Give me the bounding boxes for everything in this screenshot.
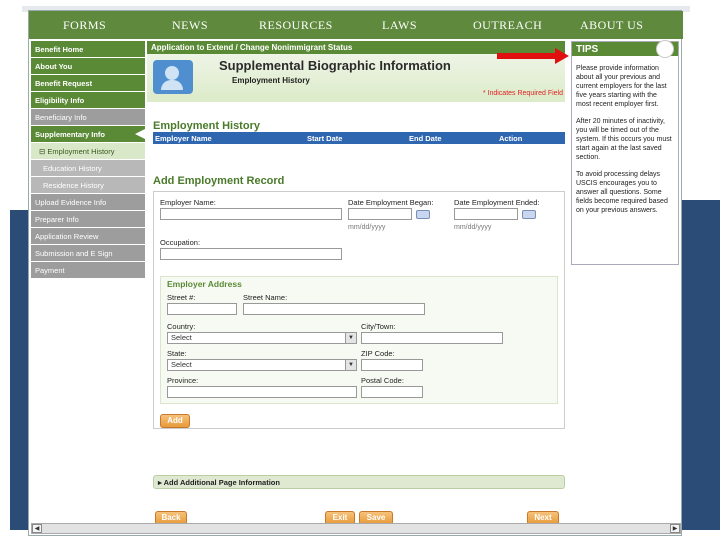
top-navigation: FORMS NEWS RESOURCES LAWS OUTREACH ABOUT…: [29, 11, 683, 39]
tips-panel: TIPS Please provide information about al…: [571, 40, 679, 265]
horizontal-scrollbar[interactable]: ◀ ▶: [31, 523, 681, 534]
red-arrow-icon: [497, 53, 557, 59]
sidebar-item-payment[interactable]: Payment: [31, 262, 145, 278]
sidebar-item-application-review[interactable]: Application Review: [31, 228, 145, 244]
nav-laws[interactable]: LAWS: [382, 18, 417, 33]
column-start-date: Start Date: [307, 134, 343, 143]
employer-address-section: Employer Address Street #: Street Name: …: [160, 276, 558, 404]
province-input[interactable]: [167, 386, 357, 398]
tip-paragraph: After 20 minutes of inactivity, you will…: [576, 118, 672, 161]
column-action: Action: [499, 134, 523, 143]
sidebar-item-submission-e-sign[interactable]: Submission and E Sign: [31, 245, 145, 261]
province-label: Province:: [167, 376, 199, 385]
sidebar-item-upload-evidence-info[interactable]: Upload Evidence Info: [31, 194, 145, 210]
additional-page-toggle[interactable]: ▸ Add Additional Page Information: [153, 475, 565, 489]
additional-page-label: Add Additional Page Information: [163, 478, 280, 487]
scroll-right-icon[interactable]: ▶: [670, 524, 680, 533]
calendar-icon[interactable]: [416, 210, 430, 219]
nav-resources[interactable]: RESOURCES: [259, 18, 333, 33]
occupation-input[interactable]: [160, 248, 342, 260]
nav-news[interactable]: NEWS: [172, 18, 208, 33]
date-ended-label: Date Employment Ended:: [454, 198, 540, 207]
calendar-icon[interactable]: [522, 210, 536, 219]
slide-right-band: [680, 200, 720, 530]
nav-outreach[interactable]: OUTREACH: [473, 18, 542, 33]
street-number-input[interactable]: [167, 303, 237, 315]
postal-code-label: Postal Code:: [361, 376, 404, 385]
sidebar-item-eligibility-info[interactable]: Eligibility Info: [31, 92, 145, 108]
add-employment-form: Employer Name: Date Employment Began: mm…: [153, 191, 565, 429]
sidebar-item-benefit-request[interactable]: Benefit Request: [31, 75, 145, 91]
tips-title: TIPS: [576, 44, 599, 55]
scroll-left-icon[interactable]: ◀: [32, 524, 42, 533]
add-button[interactable]: Add: [160, 414, 190, 428]
main-content: Application to Extend / Change Nonimmigr…: [147, 41, 565, 535]
page-banner: Supplemental Biographic Information Empl…: [147, 54, 565, 102]
date-began-hint: mm/dd/yyyy: [348, 224, 386, 231]
date-ended-hint: mm/dd/yyyy: [454, 224, 492, 231]
sidebar-item-about-you[interactable]: About You: [31, 58, 145, 74]
date-began-label: Date Employment Began:: [348, 198, 434, 207]
city-input[interactable]: [361, 332, 503, 344]
sidebar-item-preparer-info[interactable]: Preparer Info: [31, 211, 145, 227]
state-label: State:: [167, 349, 187, 358]
sidebar-item-label: Employment History: [47, 147, 115, 156]
tip-paragraph: Please provide information about all you…: [576, 65, 667, 108]
sidebar: Benefit Home About You Benefit Request E…: [31, 41, 147, 279]
employer-name-input[interactable]: [160, 208, 342, 220]
street-name-input[interactable]: [243, 303, 425, 315]
state-select[interactable]: Select ▼: [167, 359, 357, 371]
chevron-down-icon: ▼: [345, 360, 356, 370]
tips-badge-icon: [656, 40, 674, 58]
employer-name-label: Employer Name:: [160, 198, 216, 207]
column-employer-name: Employer Name: [155, 134, 212, 143]
nav-about-us[interactable]: ABOUT US: [580, 18, 643, 33]
country-select-value: Select: [171, 333, 192, 342]
column-end-date: End Date: [409, 134, 442, 143]
zip-input[interactable]: [361, 359, 423, 371]
postal-code-input[interactable]: [361, 386, 423, 398]
zip-label: ZIP Code:: [361, 349, 395, 358]
page-title: Supplemental Biographic Information: [219, 58, 451, 73]
sidebar-item-education-history[interactable]: Education History: [31, 160, 145, 176]
sidebar-item-employment-history[interactable]: ⊟ Employment History: [31, 143, 145, 159]
country-label: Country:: [167, 322, 196, 331]
employment-history-title: Employment History: [153, 120, 260, 132]
occupation-label: Occupation:: [160, 238, 201, 247]
chevron-down-icon: ▼: [345, 333, 356, 343]
sidebar-item-residence-history[interactable]: Residence History: [31, 177, 145, 193]
employer-address-title: Employer Address: [167, 279, 242, 289]
date-ended-input[interactable]: [454, 208, 518, 220]
employment-table-header: Employer Name Start Date End Date Action: [153, 132, 565, 144]
sidebar-item-supplementary-info[interactable]: Supplementary Info: [31, 126, 147, 142]
person-card-icon: [153, 60, 193, 94]
browser-window: FORMS NEWS RESOURCES LAWS OUTREACH ABOUT…: [28, 10, 683, 536]
tips-header: TIPS: [572, 40, 678, 58]
country-select[interactable]: Select ▼: [167, 332, 357, 344]
city-label: City/Town:: [361, 322, 396, 331]
sidebar-item-label: Supplementary Info: [35, 130, 106, 139]
nav-forms[interactable]: FORMS: [63, 18, 106, 33]
date-began-input[interactable]: [348, 208, 412, 220]
add-employment-title: Add Employment Record: [153, 175, 285, 187]
required-field-note: * Indicates Required Field: [482, 90, 563, 97]
red-arrowhead-icon: [555, 48, 569, 64]
state-select-value: Select: [171, 360, 192, 369]
sidebar-item-benefit-home[interactable]: Benefit Home: [31, 41, 145, 57]
tip-paragraph: To avoid processing delays USCIS encoura…: [576, 171, 668, 214]
sidebar-item-beneficiary-info[interactable]: Beneficiary Info: [31, 109, 145, 125]
page-subtitle: Employment History: [232, 76, 310, 85]
street-name-label: Street Name:: [243, 293, 288, 302]
current-section-arrow-icon: [135, 128, 147, 140]
street-number-label: Street #:: [167, 293, 196, 302]
